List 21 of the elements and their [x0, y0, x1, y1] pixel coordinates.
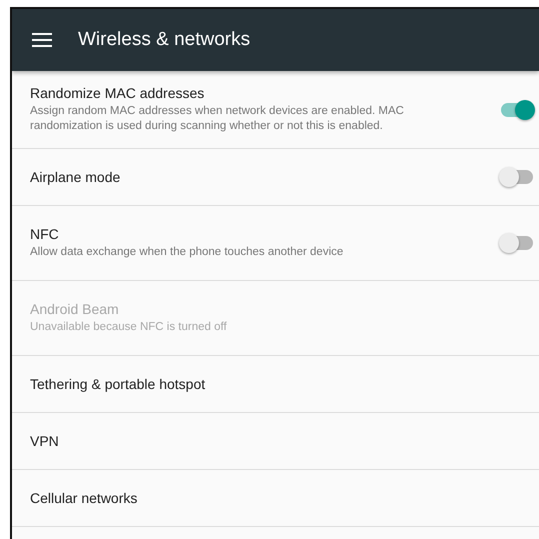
toggle-switch[interactable]: [499, 167, 535, 187]
settings-item[interactable]: VPN: [12, 413, 539, 470]
setting-title: Airplane mode: [30, 169, 120, 185]
setting-title: Cellular networks: [30, 490, 138, 506]
settings-item[interactable]: Cellular networks: [12, 470, 539, 527]
setting-title: NFC: [30, 226, 60, 242]
setting-title: VPN: [30, 433, 59, 449]
settings-item[interactable]: Randomize MAC addresses Assign random MAC addresses when network devices are enabled. MAC randomization is used during scanning whether or not this is enabled.: [12, 71, 539, 149]
setting-title: Android Beam: [30, 301, 120, 317]
setting-summary: Allow data exchange when the phone touches another device: [30, 245, 344, 260]
settings-item[interactable]: NFC Allow data exchange when the phone touches another device: [12, 206, 539, 281]
settings-item[interactable]: Tethering & portable hotspot: [12, 356, 539, 413]
screen-title: Wireless & networks: [78, 29, 250, 51]
toggle-switch[interactable]: [499, 233, 535, 253]
setting-title: Randomize MAC addresses: [30, 85, 206, 101]
menu-icon[interactable]: [32, 33, 52, 47]
setting-summary: Unavailable because NFC is turned off: [30, 320, 227, 335]
toggle-switch[interactable]: [499, 100, 535, 120]
settings-item[interactable]: Airplane mode: [12, 149, 539, 206]
setting-title: Tethering & portable hotspot: [30, 376, 206, 392]
setting-summary: Assign random MAC addresses when network devices are enabled. MAC randomization is used during scanning whether or not this is enabled.: [30, 104, 405, 134]
